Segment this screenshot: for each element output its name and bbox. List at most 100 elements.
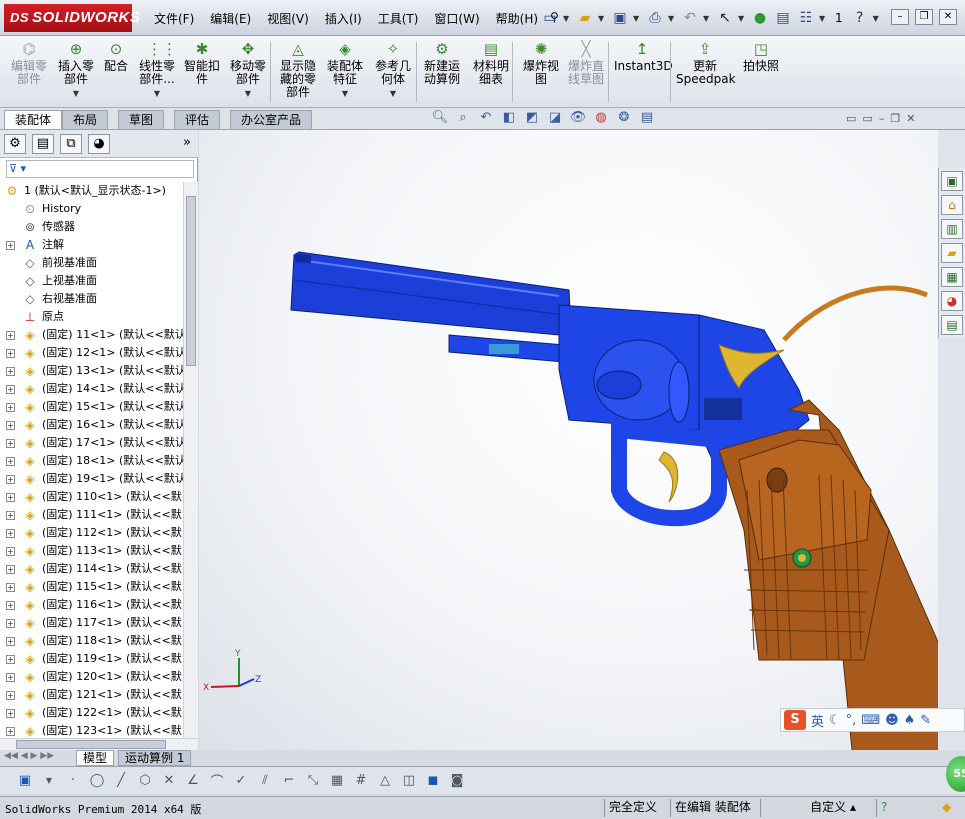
tree-item[interactable]: ⊚ 传感器 xyxy=(0,218,183,236)
tree-item[interactable]: + ◈ (固定) 16<1> (默认<<默认 xyxy=(0,416,183,434)
feature-manager-tab-icon[interactable]: ⚙ xyxy=(4,134,26,154)
tree-item[interactable]: ◇ 上视基准面 xyxy=(0,272,183,290)
expand-icon[interactable]: + xyxy=(6,619,15,628)
tab-office-products[interactable]: 办公室产品 xyxy=(230,110,313,129)
view-settings-icon[interactable]: ▤ xyxy=(637,110,657,125)
tree-item[interactable]: ◇ 右视基准面 xyxy=(0,290,183,308)
viewport-restore-icon[interactable]: ❐ xyxy=(890,112,900,125)
new-dropdown-icon[interactable]: ▼ xyxy=(563,14,572,23)
custom-properties-icon[interactable]: ▤ xyxy=(941,315,963,335)
tab-model[interactable]: 模型 xyxy=(76,750,115,766)
tree-item[interactable]: + ◈ (固定) 17<1> (默认<<默认 xyxy=(0,434,183,452)
expand-icon[interactable]: + xyxy=(6,565,15,574)
expand-icon[interactable]: + xyxy=(6,529,15,538)
corner-icon[interactable]: ⌐ xyxy=(280,773,298,788)
expand-icon[interactable]: + xyxy=(6,709,15,718)
shaded-cube-icon[interactable]: ◼ xyxy=(424,773,442,788)
tree-item[interactable]: + ◈ (固定) 121<1> (默认<<默 xyxy=(0,686,183,704)
tree-item[interactable]: + ◈ (固定) 13<1> (默认<<默认 xyxy=(0,362,183,380)
chevron-down-icon[interactable]: ▼ xyxy=(324,87,366,100)
tab-scroll-arrows[interactable]: ◀◀ ◀ ▶ ▶▶ xyxy=(4,751,54,761)
expand-panel-icon[interactable]: » xyxy=(176,134,198,154)
chevron-down-icon[interactable]: ▼ xyxy=(55,87,97,100)
parallel-icon[interactable]: ⫽ xyxy=(256,773,274,788)
home-icon[interactable]: ⌂ xyxy=(941,195,963,215)
tree-item[interactable]: + ◈ (固定) 117<1> (默认<<默 xyxy=(0,614,183,632)
cmd-button-insert-component[interactable]: ⊕ 插入零 部件 ▼ xyxy=(55,40,97,100)
expand-icon[interactable]: + xyxy=(6,457,15,466)
menu-tools[interactable]: 工具(T) xyxy=(370,10,427,27)
chevron-down-icon[interactable]: ▼ xyxy=(372,87,414,100)
undo-dropdown-icon[interactable]: ▼ xyxy=(703,14,712,23)
chevron-down-icon[interactable]: ▼ xyxy=(136,87,178,100)
tree-item[interactable]: + ◈ (固定) 18<1> (默认<<默认 xyxy=(0,452,183,470)
menu-help[interactable]: 帮助(H) xyxy=(488,10,546,27)
appearances-icon[interactable]: ◕ xyxy=(941,291,963,311)
display-style-icon[interactable]: ◪ xyxy=(545,110,565,125)
hide-show-items-icon[interactable]: 👁︎ xyxy=(568,110,588,125)
cmd-button-show-hidden[interactable]: ◬ 显示隐 藏的零 部件 xyxy=(276,40,320,99)
solidworks-logo[interactable]: DS SOLIDWORKS xyxy=(4,4,140,32)
revolver-model[interactable]: Y X Z xyxy=(199,130,938,750)
check-icon[interactable]: ✓ xyxy=(232,773,250,788)
dropdown-icon[interactable]: ▼ xyxy=(40,776,58,785)
tree-item[interactable]: + ◈ (固定) 120<1> (默认<<默 xyxy=(0,668,183,686)
tree-item[interactable]: + ◈ (固定) 119<1> (默认<<默 xyxy=(0,650,183,668)
new-document-icon[interactable]: ▭ xyxy=(540,8,560,28)
menu-view[interactable]: 视图(V) xyxy=(259,10,317,27)
section-view-icon[interactable]: ◧ xyxy=(499,110,519,125)
cmd-button-move-component[interactable]: ✥ 移动零 部件 ▼ xyxy=(227,40,269,100)
tree-item[interactable]: + ◈ (固定) 122<1> (默认<<默 xyxy=(0,704,183,722)
expand-icon[interactable]: + xyxy=(6,547,15,556)
chevron-down-icon[interactable]: ▼ xyxy=(227,87,269,100)
viewport-minimize-icon[interactable]: – xyxy=(879,112,885,125)
cmd-button-assembly-features[interactable]: ◈ 装配体 特征 ▼ xyxy=(324,40,366,100)
expand-icon[interactable]: + xyxy=(6,331,15,340)
print-icon[interactable]: ⎙ xyxy=(645,8,665,28)
cube-icon[interactable]: ◫ xyxy=(400,773,418,788)
polygon-icon[interactable]: ⬡ xyxy=(136,773,154,788)
ime-tools-icon[interactable]: ✎ xyxy=(920,713,931,728)
open-icon[interactable]: ▰ xyxy=(575,8,595,28)
expand-icon[interactable]: + xyxy=(6,691,15,700)
view-orientation-icon[interactable]: ◩ xyxy=(522,110,542,125)
cmd-button-explode-line-sketch[interactable]: ╳ 爆炸直 线草图 xyxy=(564,40,608,86)
design-library-icon[interactable]: ▥ xyxy=(941,219,963,239)
previous-view-icon[interactable]: ↶ xyxy=(476,110,496,125)
tree-filter[interactable]: ⊽ ▾ xyxy=(6,160,194,178)
ime-punctuation-icon[interactable]: °, xyxy=(846,713,857,728)
zoom-to-fit-icon[interactable]: 🔍︎ xyxy=(430,110,450,125)
sogou-logo-icon[interactable]: S xyxy=(784,710,806,730)
select-icon[interactable]: ↖ xyxy=(715,8,735,28)
triangle-icon[interactable]: △ xyxy=(376,773,394,788)
menu-file[interactable]: 文件(F) xyxy=(146,10,202,27)
cmd-button-mate[interactable]: ⊙ 配合 xyxy=(100,40,132,73)
tree-item[interactable]: + ◈ (固定) 113<1> (默认<<默 xyxy=(0,542,183,560)
tree-item[interactable]: + ◈ (固定) 114<1> (默认<<默 xyxy=(0,560,183,578)
camera-icon[interactable]: ◙ xyxy=(448,773,466,788)
expand-icon[interactable]: + xyxy=(6,637,15,646)
expand-icon[interactable]: + xyxy=(6,475,15,484)
tree-item[interactable]: ⏲ History xyxy=(0,200,183,218)
viewport-close-icon[interactable]: ✕ xyxy=(906,112,915,125)
tab-motion-study-1[interactable]: 运动算例 1 xyxy=(118,750,192,766)
tree-item[interactable]: + ◈ (固定) 110<1> (默认<<默 xyxy=(0,488,183,506)
ime-user-icon[interactable]: ☻ xyxy=(885,713,899,728)
cmd-button-instant3d[interactable]: ↥ Instant3D xyxy=(614,40,673,73)
cmd-button-reference-geometry[interactable]: ✧ 参考几 何体 ▼ xyxy=(372,40,414,100)
tree-item[interactable]: + ◈ (固定) 19<1> (默认<<默认 xyxy=(0,470,183,488)
line-icon[interactable]: ╱ xyxy=(112,773,130,788)
save-dropdown-icon[interactable]: ▼ xyxy=(633,14,642,23)
open-dropdown-icon[interactable]: ▼ xyxy=(598,14,607,23)
tab-layout[interactable]: 布局 xyxy=(62,110,109,129)
select-dropdown-icon[interactable]: ▼ xyxy=(738,14,747,23)
tree-item[interactable]: + A 注解 xyxy=(0,236,183,254)
tree-item[interactable]: ⊥ 原点 xyxy=(0,308,183,326)
tree-item[interactable]: + ◈ (固定) 115<1> (默认<<默 xyxy=(0,578,183,596)
tab-sketch[interactable]: 草图 xyxy=(118,110,165,129)
point-icon[interactable]: · xyxy=(64,773,82,788)
cmd-button-bom[interactable]: ▤ 材料明 细表 xyxy=(469,40,513,86)
expand-icon[interactable]: + xyxy=(6,385,15,394)
ime-skin-icon[interactable]: ♠ xyxy=(904,713,916,728)
circle-icon[interactable]: ◯ xyxy=(88,773,106,788)
